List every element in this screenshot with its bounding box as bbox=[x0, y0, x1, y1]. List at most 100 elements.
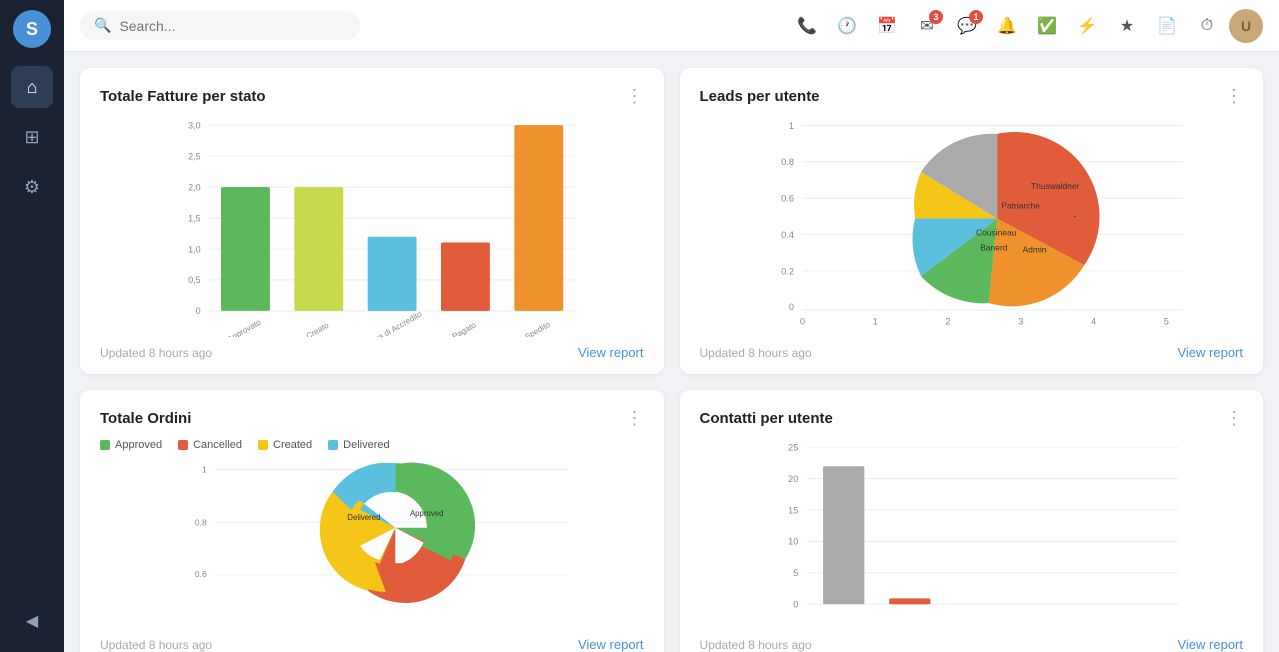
widget-contatti-footer: Updated 8 hours ago View report bbox=[700, 637, 1244, 652]
svg-text:0.8: 0.8 bbox=[781, 157, 794, 167]
widget-leads: Leads per utente ⋮ 1 0.8 0.6 0.4 0.2 0 0… bbox=[680, 68, 1264, 374]
widget-leads-updated: Updated 8 hours ago bbox=[700, 346, 812, 360]
widget-ordini-view-report[interactable]: View report bbox=[578, 637, 644, 652]
widget-ordini-updated: Updated 8 hours ago bbox=[100, 638, 212, 652]
svg-text:0.4: 0.4 bbox=[781, 230, 794, 240]
svg-text:1: 1 bbox=[202, 465, 207, 475]
widget-fatture-header: Totale Fatture per stato ⋮ bbox=[100, 86, 644, 107]
svg-text:2,0: 2,0 bbox=[188, 182, 200, 192]
file-icon: 📄 bbox=[1157, 16, 1177, 36]
svg-text:2: 2 bbox=[945, 316, 950, 326]
svg-text:Creato: Creato bbox=[305, 321, 331, 337]
svg-text:20: 20 bbox=[788, 474, 798, 484]
calendar-icon: 📅 bbox=[877, 16, 897, 36]
svg-text:1,0: 1,0 bbox=[188, 244, 200, 254]
widget-contatti-view-report[interactable]: View report bbox=[1177, 637, 1243, 652]
widget-leads-title: Leads per utente bbox=[700, 88, 820, 105]
phone-icon-btn[interactable]: 📞 bbox=[789, 8, 825, 44]
legend-created: Created bbox=[258, 439, 312, 451]
chat-icon-btn[interactable]: 💬 1 bbox=[949, 8, 985, 44]
user-avatar[interactable]: U bbox=[1229, 9, 1263, 43]
svg-text:0: 0 bbox=[793, 600, 798, 610]
svg-text:0: 0 bbox=[799, 316, 804, 326]
svg-text:10: 10 bbox=[788, 537, 798, 547]
legend-approved: Approved bbox=[100, 439, 162, 451]
svg-text:Thuswaldner: Thuswaldner bbox=[1030, 181, 1079, 191]
widget-ordini-menu-icon[interactable]: ⋮ bbox=[626, 408, 644, 429]
svg-text:3: 3 bbox=[1018, 316, 1023, 326]
legend-delivered: Delivered bbox=[328, 439, 389, 451]
svg-text:Admin: Admin bbox=[1022, 244, 1046, 254]
svg-text:-: - bbox=[1073, 211, 1076, 221]
svg-text:Approvato: Approvato bbox=[226, 317, 263, 337]
widget-contatti: Contatti per utente ⋮ 25 20 15 10 bbox=[680, 390, 1264, 652]
sidebar-collapse-button[interactable]: ◀ bbox=[11, 600, 53, 642]
legend-cancelled-dot bbox=[178, 440, 188, 450]
calendar-icon-btn[interactable]: 📅 bbox=[869, 8, 905, 44]
todo-icon-btn[interactable]: ✅ bbox=[1029, 8, 1065, 44]
legend-delivered-dot bbox=[328, 440, 338, 450]
widget-contatti-chart: 25 20 15 10 5 0 bbox=[700, 439, 1244, 629]
svg-text:0.6: 0.6 bbox=[781, 194, 794, 204]
sidebar-item-home[interactable]: ⌂ bbox=[11, 66, 53, 108]
timer-icon: ⏱ bbox=[1201, 17, 1213, 35]
legend-cancelled: Cancelled bbox=[178, 439, 242, 451]
topbar-icons: 📞 🕐 📅 ✉ 3 💬 1 🔔 ✅ ⚡ bbox=[789, 8, 1263, 44]
widget-leads-view-report[interactable]: View report bbox=[1177, 345, 1243, 360]
widget-contatti-title: Contatti per utente bbox=[700, 410, 833, 427]
svg-text:0.6: 0.6 bbox=[195, 569, 207, 579]
widget-contatti-header: Contatti per utente ⋮ bbox=[700, 408, 1244, 429]
file-icon-btn[interactable]: 📄 bbox=[1149, 8, 1185, 44]
legend-approved-label: Approved bbox=[115, 439, 162, 451]
search-icon: 🔍 bbox=[94, 17, 111, 34]
svg-text:Fattura di Accredito: Fattura di Accredito bbox=[358, 309, 424, 337]
history-icon-btn[interactable]: 🕐 bbox=[829, 8, 865, 44]
svg-text:25: 25 bbox=[788, 443, 798, 453]
widget-fatture-footer: Updated 8 hours ago View report bbox=[100, 345, 644, 360]
widget-ordini-title: Totale Ordini bbox=[100, 410, 191, 427]
widget-fatture-view-report[interactable]: View report bbox=[578, 345, 644, 360]
widget-fatture-title: Totale Fatture per stato bbox=[100, 88, 266, 105]
mail-badge: 3 bbox=[929, 10, 943, 24]
svg-text:Patriarche: Patriarche bbox=[1001, 200, 1040, 210]
chat-badge: 1 bbox=[969, 10, 983, 24]
svg-text:Pagato: Pagato bbox=[451, 320, 478, 337]
star-icon-btn[interactable]: ★ bbox=[1109, 8, 1145, 44]
history-icon: 🕐 bbox=[837, 16, 857, 36]
svg-text:1: 1 bbox=[872, 316, 877, 326]
svg-text:3,0: 3,0 bbox=[188, 120, 200, 130]
widget-fatture-updated: Updated 8 hours ago bbox=[100, 346, 212, 360]
widget-leads-menu-icon[interactable]: ⋮ bbox=[1225, 86, 1243, 107]
widget-leads-chart: 1 0.8 0.6 0.4 0.2 0 0 1 2 3 4 5 bbox=[700, 117, 1244, 337]
star-icon: ★ bbox=[1120, 16, 1134, 36]
search-box[interactable]: 🔍 bbox=[80, 11, 360, 40]
svg-text:15: 15 bbox=[788, 505, 798, 515]
widget-leads-footer: Updated 8 hours ago View report bbox=[700, 345, 1244, 360]
svg-text:Cousineau: Cousineau bbox=[975, 227, 1016, 237]
timer-icon-btn[interactable]: ⏱ bbox=[1189, 8, 1225, 44]
app-logo[interactable]: S bbox=[13, 10, 51, 48]
svg-text:1,5: 1,5 bbox=[188, 213, 200, 223]
legend-approved-dot bbox=[100, 440, 110, 450]
svg-text:Banerd: Banerd bbox=[980, 243, 1008, 253]
svg-text:5: 5 bbox=[793, 568, 798, 578]
svg-text:Approved: Approved bbox=[410, 509, 444, 518]
sidebar-item-settings[interactable]: ⚙ bbox=[11, 166, 53, 208]
widget-fatture-menu-icon[interactable]: ⋮ bbox=[626, 86, 644, 107]
svg-text:0,5: 0,5 bbox=[188, 275, 200, 285]
search-input[interactable] bbox=[119, 18, 319, 34]
svg-text:2,5: 2,5 bbox=[188, 151, 200, 161]
phone-icon: 📞 bbox=[797, 16, 817, 36]
widget-fatture: Totale Fatture per stato ⋮ 3,0 2,5 2,0 bbox=[80, 68, 664, 374]
topbar: 🔍 📞 🕐 📅 ✉ 3 💬 1 🔔 bbox=[64, 0, 1279, 52]
widget-ordini-chart: 1 0.8 0.6 bbox=[100, 457, 644, 629]
mail-icon-btn[interactable]: ✉ 3 bbox=[909, 8, 945, 44]
svg-text:0.2: 0.2 bbox=[781, 266, 794, 276]
bell-icon-btn[interactable]: 🔔 bbox=[989, 8, 1025, 44]
sidebar-item-grid[interactable]: ⊞ bbox=[11, 116, 53, 158]
lightning-icon-btn[interactable]: ⚡ bbox=[1069, 8, 1105, 44]
widget-fatture-chart: 3,0 2,5 2,0 1,5 1,0 0,5 0 Approvato Crea… bbox=[100, 117, 644, 337]
widget-contatti-menu-icon[interactable]: ⋮ bbox=[1225, 408, 1243, 429]
todo-icon: ✅ bbox=[1037, 16, 1057, 36]
legend-created-dot bbox=[258, 440, 268, 450]
